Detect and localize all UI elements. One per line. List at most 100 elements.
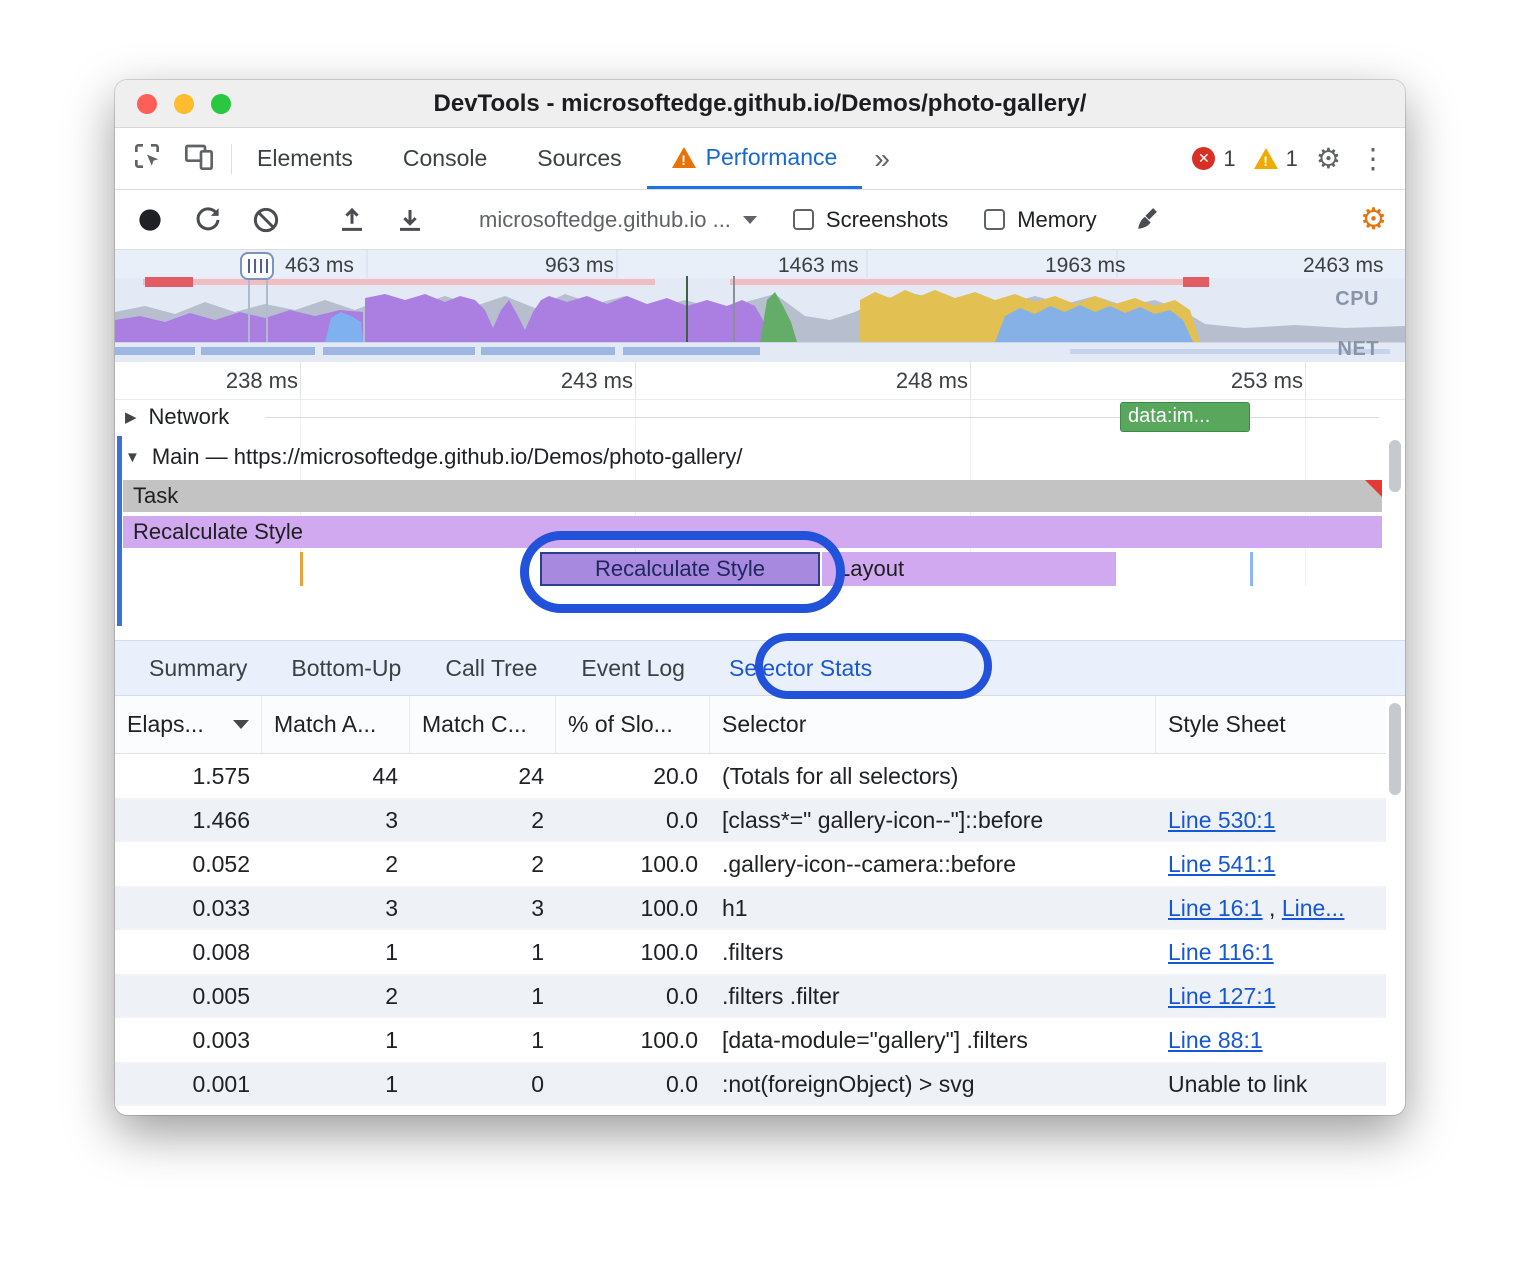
style-sheet-link[interactable]: Line 88:1	[1168, 1027, 1263, 1053]
sort-descending-icon	[233, 720, 249, 729]
table-row[interactable]: 0.033 3 3 100.0 h1 Line 16:1 , Line...	[115, 886, 1386, 930]
recalculate-style-bar[interactable]: Recalculate Style	[123, 516, 1382, 548]
tab-event-log[interactable]: Event Log	[581, 655, 685, 682]
load-profile-icon[interactable]	[335, 203, 369, 237]
warning-icon: !	[672, 147, 696, 168]
overview-time-label: 1463 ms	[778, 254, 859, 278]
chevron-right-icon: ▶	[125, 408, 137, 426]
timeline-tracks: ▶ Network data:im... ▼ Main — https://mi…	[115, 400, 1405, 640]
warning-icon: !	[1254, 148, 1278, 169]
table-row[interactable]: 0.001 1 0 0.0 :not(foreignObject) > svg …	[115, 1062, 1386, 1106]
scrollbar-thumb[interactable]	[1389, 703, 1401, 795]
style-sheet-link[interactable]: Line 116:1	[1168, 939, 1274, 965]
main-track-toggle[interactable]: ▼ Main — https://microsoftedge.github.io…	[125, 444, 742, 470]
overview-drag-handle[interactable]	[241, 253, 273, 279]
settings-gear-icon[interactable]: ⚙	[1316, 145, 1341, 173]
network-request-block[interactable]: data:im...	[1120, 402, 1250, 432]
tab-selector-stats[interactable]: Selector Stats	[729, 655, 872, 682]
timeline-scrollbar[interactable]	[1389, 402, 1401, 634]
table-row[interactable]: 0.005 2 1 0.0 .filters .filter Line 127:…	[115, 974, 1386, 1018]
clear-icon[interactable]	[249, 203, 283, 237]
error-count: 1	[1223, 146, 1235, 172]
memory-checkbox[interactable]: Memory	[984, 207, 1096, 233]
tab-sources[interactable]: Sources	[512, 128, 646, 189]
save-profile-icon[interactable]	[393, 203, 427, 237]
column-header-elapsed[interactable]: Elaps...	[115, 696, 262, 753]
close-window-button[interactable]	[137, 94, 157, 114]
inspect-element-icon[interactable]	[131, 140, 163, 177]
devtools-window: DevTools - microsoftedge.github.io/Demos…	[115, 80, 1405, 1115]
tab-call-tree[interactable]: Call Tree	[445, 655, 537, 682]
style-sheet-link[interactable]: Line 127:1	[1168, 983, 1275, 1009]
error-count-badge[interactable]: ✕ 1	[1192, 146, 1235, 172]
table-row[interactable]: 0.052 2 2 100.0 .gallery-icon--camera::b…	[115, 842, 1386, 886]
capture-settings-gear-icon[interactable]: ⚙	[1360, 205, 1387, 235]
tabbar-right: ✕ 1 ! 1 ⚙ ⋮	[1192, 128, 1405, 189]
checkbox-icon	[793, 209, 814, 230]
column-header-selector[interactable]: Selector	[710, 696, 1156, 753]
garbage-collect-icon[interactable]	[1133, 203, 1167, 237]
network-track-toggle[interactable]: ▶ Network	[125, 404, 229, 430]
table-scrollbar[interactable]	[1389, 700, 1401, 1108]
tab-elements-label: Elements	[257, 145, 353, 172]
style-sheet-link[interactable]: Line 530:1	[1168, 807, 1275, 833]
track-selection-bar	[117, 436, 122, 626]
ruler-tick	[970, 362, 971, 399]
tab-bottom-up[interactable]: Bottom-Up	[291, 655, 401, 682]
warning-count: 1	[1286, 146, 1298, 172]
table-row[interactable]: 1.575 44 24 20.0 (Totals for all selecto…	[115, 754, 1386, 798]
chevron-down-icon	[743, 216, 757, 224]
ruler-tick	[300, 362, 301, 399]
checkbox-icon	[984, 209, 1005, 230]
overview-time-label: 963 ms	[545, 254, 614, 278]
tab-elements[interactable]: Elements	[232, 128, 378, 189]
reload-and-record-icon[interactable]	[191, 203, 225, 237]
ruler-tick	[1305, 362, 1306, 399]
layout-event-block[interactable]: Layout	[820, 552, 1116, 586]
ruler-tick	[635, 362, 636, 399]
style-sheet-link[interactable]: Line 16:1	[1168, 895, 1263, 921]
profile-select[interactable]: microsoftedge.github.io ...	[479, 207, 757, 233]
column-header-pct-slow[interactable]: % of Slo...	[556, 696, 710, 753]
minimize-window-button[interactable]	[174, 94, 194, 114]
ruler-label: 253 ms	[1193, 368, 1303, 394]
column-header-match-attempts[interactable]: Match A...	[262, 696, 410, 753]
table-row[interactable]: 0.003 1 1 100.0 [data-module="gallery"] …	[115, 1018, 1386, 1062]
kebab-menu-icon[interactable]: ⋮	[1359, 145, 1387, 173]
record-icon[interactable]	[133, 203, 167, 237]
style-sheet-link[interactable]: Line 541:1	[1168, 851, 1275, 877]
table-row[interactable]: 0.008 1 1 100.0 .filters Line 116:1	[115, 930, 1386, 974]
ruler-label: 238 ms	[188, 368, 298, 394]
column-header-style-sheet[interactable]: Style Sheet	[1156, 696, 1386, 753]
overview-time-label: 463 ms	[285, 254, 354, 278]
tab-summary[interactable]: Summary	[149, 655, 247, 682]
timeline-overview[interactable]: 463 ms 963 ms 1463 ms 1963 ms 2463 ms CP…	[115, 250, 1405, 362]
event-tick-orange[interactable]	[300, 552, 303, 586]
device-toolbar-icon[interactable]	[183, 140, 215, 177]
table-row[interactable]: 1.466 3 2 0.0 [class*=" gallery-icon--"]…	[115, 798, 1386, 842]
window-title: DevTools - microsoftedge.github.io/Demos…	[434, 90, 1087, 118]
style-sheet-link[interactable]: Line...	[1282, 895, 1345, 921]
column-header-match-count[interactable]: Match C...	[410, 696, 556, 753]
ruler-label: 243 ms	[523, 368, 633, 394]
tab-console[interactable]: Console	[378, 128, 512, 189]
overview-time-label: 2463 ms	[1303, 254, 1384, 278]
network-track-label: Network	[149, 404, 230, 430]
tab-sources-label: Sources	[537, 145, 621, 172]
memory-label: Memory	[1017, 207, 1096, 233]
tab-performance[interactable]: ! Performance	[647, 128, 863, 189]
net-track-label: NET	[1338, 338, 1380, 361]
screenshots-checkbox[interactable]: Screenshots	[793, 207, 948, 233]
more-tabs-icon[interactable]: »	[862, 128, 902, 189]
cpu-track-label: CPU	[1335, 288, 1379, 311]
recalculate-style-selected-block[interactable]: Recalculate Style	[540, 552, 820, 586]
task-event-bar[interactable]: Task	[123, 480, 1382, 512]
zoom-window-button[interactable]	[211, 94, 231, 114]
window-titlebar: DevTools - microsoftedge.github.io/Demos…	[115, 80, 1405, 128]
event-tick-blue[interactable]	[1250, 552, 1253, 586]
timeline-ruler: 238 ms 243 ms 248 ms 253 ms	[115, 362, 1405, 400]
scrollbar-thumb[interactable]	[1389, 440, 1401, 492]
overview-time-label: 1963 ms	[1045, 254, 1126, 278]
performance-toolbar: microsoftedge.github.io ... Screenshots …	[115, 190, 1405, 250]
warning-count-badge[interactable]: ! 1	[1254, 146, 1298, 172]
